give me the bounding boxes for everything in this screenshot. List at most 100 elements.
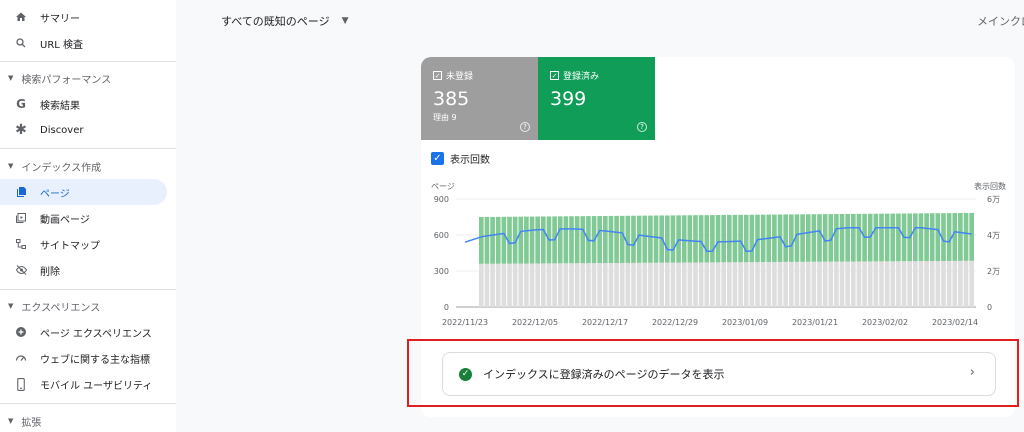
left-tick-label: 900 [434, 195, 449, 204]
registered-bar [715, 215, 721, 263]
unregistered-bar [817, 261, 822, 307]
unregistered-bar [721, 262, 726, 307]
unregistered-bar [569, 263, 574, 307]
registered-bar [743, 214, 749, 263]
unregistered-bar [822, 261, 828, 307]
registered-bar [524, 216, 529, 264]
unregistered-bar [518, 263, 524, 307]
collapse-triangle-icon: ▼ [8, 162, 14, 170]
registered-bar [710, 215, 715, 263]
unregistered-bar [681, 262, 687, 307]
registered-bar [805, 214, 811, 262]
registered-bar [732, 214, 738, 263]
collapse-triangle-icon: ▼ [8, 302, 14, 310]
page-filter-dropdown[interactable]: すべての既知のページ ▼ [221, 13, 349, 29]
registered-bar [839, 213, 845, 262]
unregistered-tile[interactable]: ✓ 未登録 385 理由 9 ? [421, 57, 538, 140]
unregistered-bar [856, 261, 862, 307]
section-indexing[interactable]: ▼ インデックス作成 [0, 155, 176, 177]
registered-bar [484, 216, 490, 264]
registered-bar [851, 213, 856, 262]
home-icon [14, 10, 28, 24]
unregistered-bar [529, 263, 535, 307]
collapse-triangle-icon: ▼ [8, 74, 14, 82]
unregistered-bar [828, 261, 834, 307]
sidebar-item-label: URL 検査 [40, 39, 84, 51]
sidebar-divider [0, 403, 176, 404]
registered-bar [946, 213, 952, 261]
x-tick-label: 2023/01/09 [722, 318, 768, 327]
right-axis-title: 表示回数 [974, 181, 1006, 191]
registered-bar [665, 215, 670, 263]
sidebar-item-removals[interactable]: 削除 [0, 257, 167, 283]
unregistered-bar [969, 260, 974, 307]
unregistered-bar [614, 262, 619, 307]
speed-gauge-icon [14, 351, 28, 365]
registered-bar [541, 216, 546, 264]
domain-label: メインクロ [977, 15, 1024, 28]
registered-tile[interactable]: ✓ 登録済み 399 ? [538, 57, 655, 140]
registered-bar [693, 215, 698, 263]
unregistered-bar [873, 261, 879, 307]
unregistered-bar [901, 261, 907, 307]
sidebar-item-core-web-vitals[interactable]: ウェブに関する主な指標 [0, 345, 167, 371]
unregistered-bar [687, 262, 693, 307]
unregistered-bar [479, 263, 484, 307]
sidebar-item-search-results[interactable]: G 検索結果 [0, 91, 167, 117]
unregistered-bar [608, 263, 614, 307]
unregistered-bar [789, 261, 794, 307]
index-chart: ページ 表示回数 0 0 300 2万 600 4万 900 6万 2022/11/23 2022/1… [431, 181, 1006, 327]
registered-bar [535, 216, 540, 264]
unregistered-bar [659, 262, 664, 307]
unregistered-bar [811, 261, 817, 307]
unregistered-bar [631, 262, 636, 307]
sidebar-divider [0, 61, 176, 62]
sidebar-item-label: 削除 [40, 266, 60, 278]
registered-bar [879, 213, 884, 262]
unregistered-bar [603, 263, 608, 307]
x-tick-label: 2023/01/21 [792, 318, 838, 327]
search-icon [14, 36, 28, 50]
unregistered-bar [913, 261, 918, 307]
sidebar-item-label: ウェブに関する主な指標 [40, 354, 150, 366]
help-icon[interactable]: ? [520, 122, 530, 132]
left-tick-label: 0 [444, 303, 449, 312]
section-experience[interactable]: ▼ エクスペリエンス [0, 295, 176, 317]
sidebar-item-pages[interactable]: ページ [0, 179, 167, 205]
unregistered-bar [766, 262, 772, 307]
unregistered-bar [698, 262, 704, 307]
unregistered-bar [941, 260, 946, 307]
impressions-checkbox[interactable]: ✓ 表示回数 [431, 151, 490, 166]
pages-icon [14, 185, 28, 199]
sidebar-item-page-experience[interactable]: ページ エクスペリエンス [0, 319, 167, 345]
unregistered-bar [710, 262, 715, 307]
eye-off-icon [14, 263, 28, 277]
sidebar-item-discover[interactable]: ✱ Discover [0, 117, 167, 143]
unregistered-bar [507, 263, 512, 307]
sidebar-item-url-inspection[interactable]: URL 検査 [0, 30, 167, 56]
registered-bar [969, 212, 974, 261]
sidebar-item-label: サイトマップ [40, 240, 100, 252]
unregistered-bar [929, 261, 935, 307]
registered-bar [896, 213, 901, 262]
unregistered-bar [777, 261, 783, 307]
sidebar: サマリー URL 検査 ▼ 検索パフォーマンス G 検索結果 ✱ Discove… [0, 0, 176, 432]
unregistered-bar [896, 261, 901, 307]
registered-bar [670, 215, 676, 263]
sidebar-item-summary[interactable]: サマリー [0, 4, 167, 30]
unregistered-bar [484, 263, 490, 307]
sidebar-item-sitemaps[interactable]: サイトマップ [0, 231, 167, 257]
registered-bar [574, 216, 580, 264]
help-icon[interactable]: ? [637, 122, 647, 132]
section-enhancements[interactable]: ▼ 拡張 [0, 410, 176, 432]
section-performance[interactable]: ▼ 検索パフォーマンス [0, 67, 176, 89]
registered-bar [811, 214, 817, 262]
registered-bar [648, 215, 653, 263]
unregistered-bar [839, 261, 845, 307]
unregistered-bar [890, 261, 896, 307]
sidebar-item-mobile-usability[interactable]: モバイル ユーザビリティ [0, 371, 167, 397]
unregistered-bar [963, 260, 969, 307]
x-tick-label: 2022/12/05 [512, 318, 558, 327]
sidebar-item-video-pages[interactable]: 動画ページ [0, 205, 167, 231]
registered-bar [529, 216, 535, 264]
